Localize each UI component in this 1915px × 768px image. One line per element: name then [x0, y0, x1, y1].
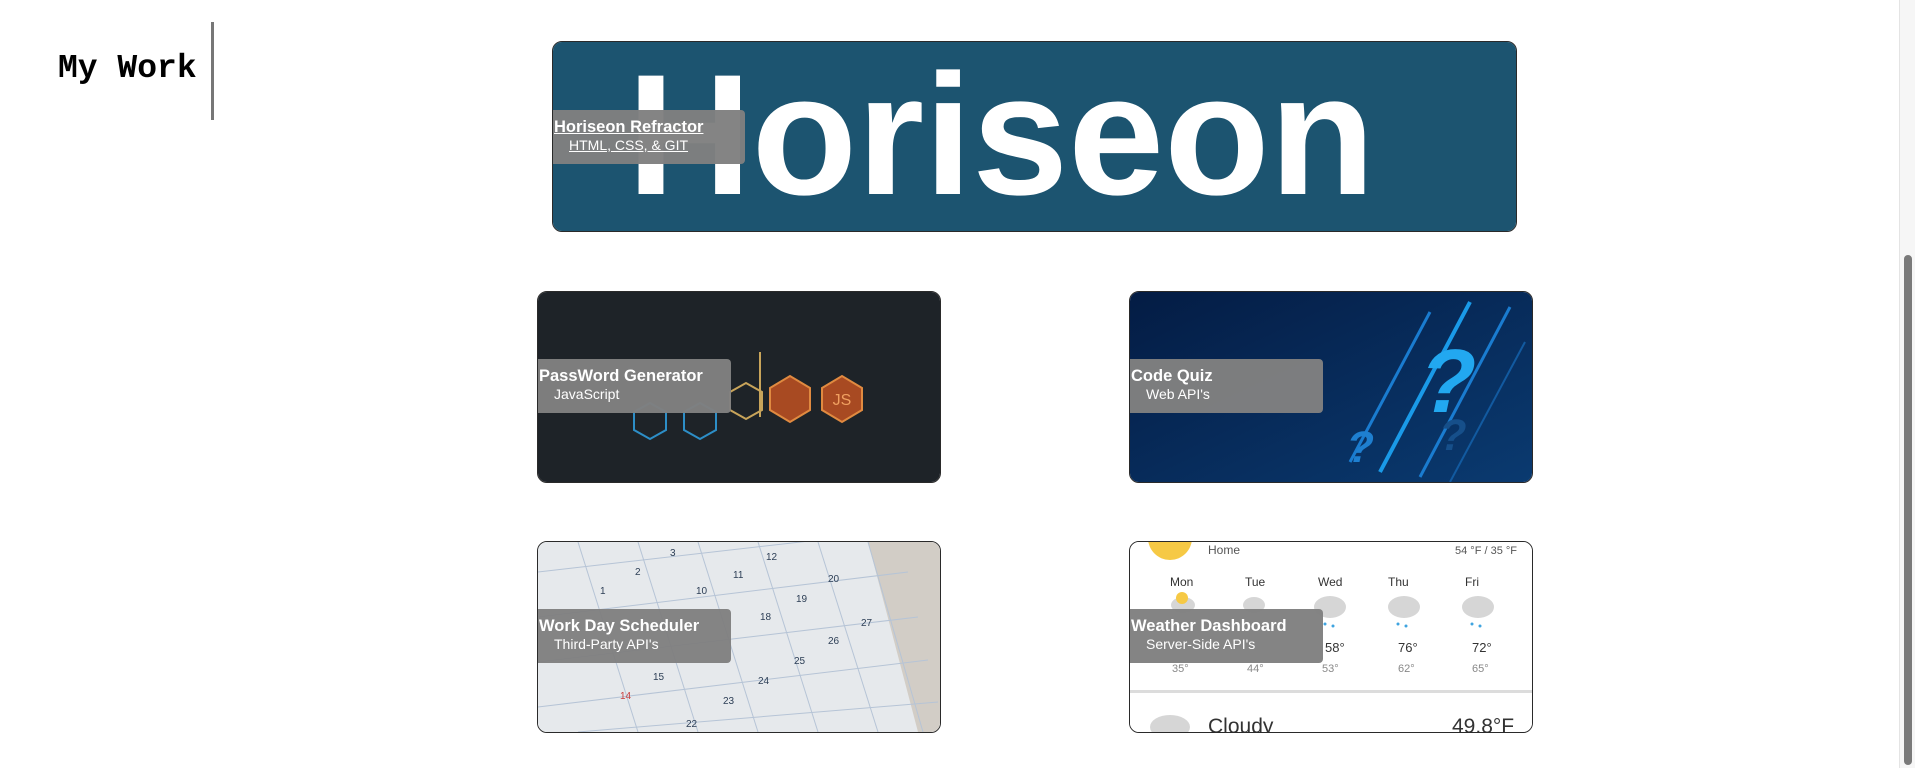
- svg-text:35°: 35°: [1172, 663, 1189, 675]
- project-title[interactable]: Horiseon Refractor: [554, 118, 745, 136]
- project-card-horiseon[interactable]: Horiseon Horiseon Refractor HTML, CSS, &…: [552, 41, 1517, 232]
- svg-text:65°: 65°: [1472, 663, 1489, 675]
- project-label[interactable]: Work Day Scheduler Third-Party API's: [538, 609, 731, 663]
- svg-text:15: 15: [653, 672, 665, 683]
- svg-text:53°: 53°: [1322, 663, 1339, 675]
- svg-text:19: 19: [796, 594, 808, 605]
- svg-text:Cloudy: Cloudy: [1208, 715, 1274, 732]
- svg-text:3: 3: [670, 548, 676, 559]
- svg-text:18: 18: [760, 612, 772, 623]
- title-divider: [211, 22, 214, 120]
- svg-text:Home: Home: [1208, 543, 1240, 557]
- svg-text:Wed: Wed: [1318, 575, 1342, 589]
- svg-text:44°: 44°: [1247, 663, 1264, 675]
- svg-text:20: 20: [828, 574, 840, 585]
- project-card-work-day-scheduler[interactable]: 1 2 3 10 11 12 20 19 18 27 26 25 15 14 2…: [537, 541, 941, 733]
- svg-text:58°: 58°: [1325, 640, 1345, 655]
- project-label[interactable]: Horiseon Refractor HTML, CSS, & GIT: [553, 110, 745, 164]
- scrollbar-thumb[interactable]: [1904, 255, 1912, 765]
- svg-text:25: 25: [794, 656, 806, 667]
- project-label[interactable]: Weather Dashboard Server-Side API's: [1130, 609, 1323, 663]
- project-card-password-generator[interactable]: JS PassWord Generator JavaScript: [537, 291, 941, 483]
- project-title[interactable]: Work Day Scheduler: [539, 617, 731, 635]
- svg-text:62°: 62°: [1398, 663, 1415, 675]
- project-card-weather-dashboard[interactable]: Home 54 °F / 35 °F Mon Tue Wed Thu Fri 5…: [1129, 541, 1533, 733]
- project-subtitle[interactable]: HTML, CSS, & GIT: [569, 136, 745, 155]
- svg-text:72°: 72°: [1472, 640, 1492, 655]
- svg-text:2: 2: [635, 567, 641, 578]
- svg-text:Fri: Fri: [1465, 575, 1479, 589]
- svg-text:11: 11: [733, 570, 744, 581]
- svg-text:Thu: Thu: [1388, 575, 1409, 589]
- svg-text:23: 23: [723, 696, 735, 707]
- svg-text:26: 26: [828, 636, 840, 647]
- project-title[interactable]: PassWord Generator: [539, 367, 731, 385]
- project-title[interactable]: Code Quiz: [1131, 367, 1323, 385]
- page-scrollbar[interactable]: [1899, 0, 1915, 768]
- svg-text:14: 14: [620, 691, 632, 702]
- svg-text:12: 12: [766, 552, 778, 563]
- section-title: My Work: [58, 50, 197, 87]
- svg-text:27: 27: [861, 618, 873, 629]
- project-subtitle[interactable]: Third-Party API's: [554, 635, 731, 654]
- svg-text:Tue: Tue: [1245, 575, 1266, 589]
- svg-text:22: 22: [686, 719, 698, 730]
- project-label[interactable]: Code Quiz Web API's: [1130, 359, 1323, 413]
- project-subtitle[interactable]: Web API's: [1146, 385, 1323, 404]
- svg-text:49.8°F: 49.8°F: [1452, 715, 1514, 732]
- svg-text:1: 1: [600, 586, 606, 597]
- svg-text:10: 10: [696, 586, 708, 597]
- project-title[interactable]: Weather Dashboard: [1131, 617, 1323, 635]
- js-logo-text: JS: [833, 392, 852, 409]
- svg-text:54 °F / 35 °F: 54 °F / 35 °F: [1455, 545, 1517, 557]
- project-subtitle[interactable]: JavaScript: [554, 385, 731, 404]
- svg-text:76°: 76°: [1398, 640, 1418, 655]
- svg-text:24: 24: [758, 676, 770, 687]
- svg-text:Mon: Mon: [1170, 575, 1193, 589]
- project-card-code-quiz[interactable]: ? ? ? Code Quiz Web API's: [1129, 291, 1533, 483]
- project-label[interactable]: PassWord Generator JavaScript: [538, 359, 731, 413]
- project-subtitle[interactable]: Server-Side API's: [1146, 635, 1323, 654]
